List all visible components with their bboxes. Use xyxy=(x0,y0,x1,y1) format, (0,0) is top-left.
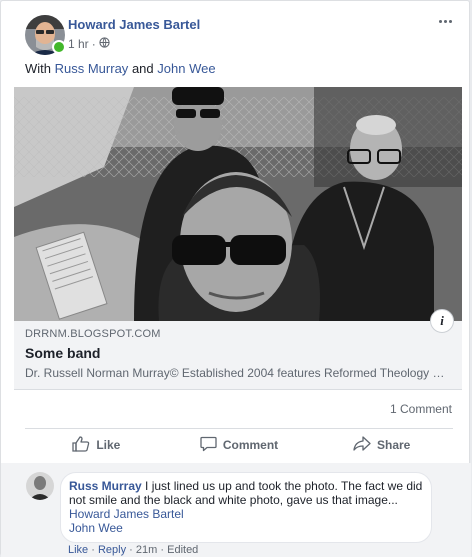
comment-meta: Like · Reply · 21m · Edited xyxy=(68,544,198,556)
link-preview[interactable]: i DRRNM.BLOGSPOT.COM Some band Dr. Russe… xyxy=(14,309,462,390)
comment-button[interactable]: Comment xyxy=(168,429,311,461)
commenter-avatar[interactable] xyxy=(26,472,54,500)
share-button[interactable]: Share xyxy=(310,429,453,461)
comment-reply-link[interactable]: Reply xyxy=(98,544,126,556)
comments-section: Russ Murray I just lined us up and took … xyxy=(1,463,471,557)
post-header: Howard James Bartel 1 hr · xyxy=(25,15,455,55)
like-button[interactable]: Like xyxy=(25,429,168,461)
post-author-name[interactable]: Howard James Bartel xyxy=(68,17,200,32)
post-photo[interactable] xyxy=(14,87,462,321)
post-card: Howard James Bartel 1 hr · With Russ Mur… xyxy=(0,0,471,557)
meta-dot: · xyxy=(160,544,165,556)
globe-icon[interactable] xyxy=(99,37,110,51)
comment-mention[interactable]: Howard James Bartel xyxy=(69,507,423,521)
like-label: Like xyxy=(96,438,121,452)
comment-time[interactable]: 21m xyxy=(136,544,157,556)
tagged-person[interactable]: Russ Murray xyxy=(55,61,129,76)
online-status-indicator xyxy=(52,40,66,54)
meta-dot: · xyxy=(129,544,133,556)
comment-bubble-icon xyxy=(200,436,217,455)
meta-separator: · xyxy=(91,37,96,51)
with-and: and xyxy=(131,61,154,76)
more-options-icon[interactable] xyxy=(435,13,455,29)
post-time[interactable]: 1 hr xyxy=(68,37,89,51)
comment-like-link[interactable]: Like xyxy=(68,544,88,556)
tagged-people-line: With Russ Murray and John Wee xyxy=(25,61,216,76)
post-actions-bar: Like Comment Share xyxy=(25,429,453,461)
link-description: Dr. Russell Norman Murray© Established 2… xyxy=(25,366,451,380)
comment-count[interactable]: 1 Comment xyxy=(390,402,452,416)
share-label: Share xyxy=(377,438,411,452)
tagged-person[interactable]: John Wee xyxy=(157,61,215,76)
comment-mention[interactable]: John Wee xyxy=(69,521,423,535)
comment-author[interactable]: Russ Murray xyxy=(69,479,142,493)
author-avatar[interactable] xyxy=(25,15,66,55)
comment-edited[interactable]: Edited xyxy=(167,544,198,556)
link-title[interactable]: Some band xyxy=(25,345,100,361)
info-icon[interactable]: i xyxy=(430,309,454,333)
comment-bubble: Russ Murray I just lined us up and took … xyxy=(60,472,432,543)
thumbs-up-icon xyxy=(72,435,90,455)
link-domain: DRRNM.BLOGSPOT.COM xyxy=(25,328,161,340)
post-meta: 1 hr · xyxy=(68,37,110,51)
comment-label: Comment xyxy=(222,438,279,452)
share-arrow-icon xyxy=(353,435,371,455)
meta-dot: · xyxy=(91,544,95,556)
with-prefix: With xyxy=(25,61,51,76)
